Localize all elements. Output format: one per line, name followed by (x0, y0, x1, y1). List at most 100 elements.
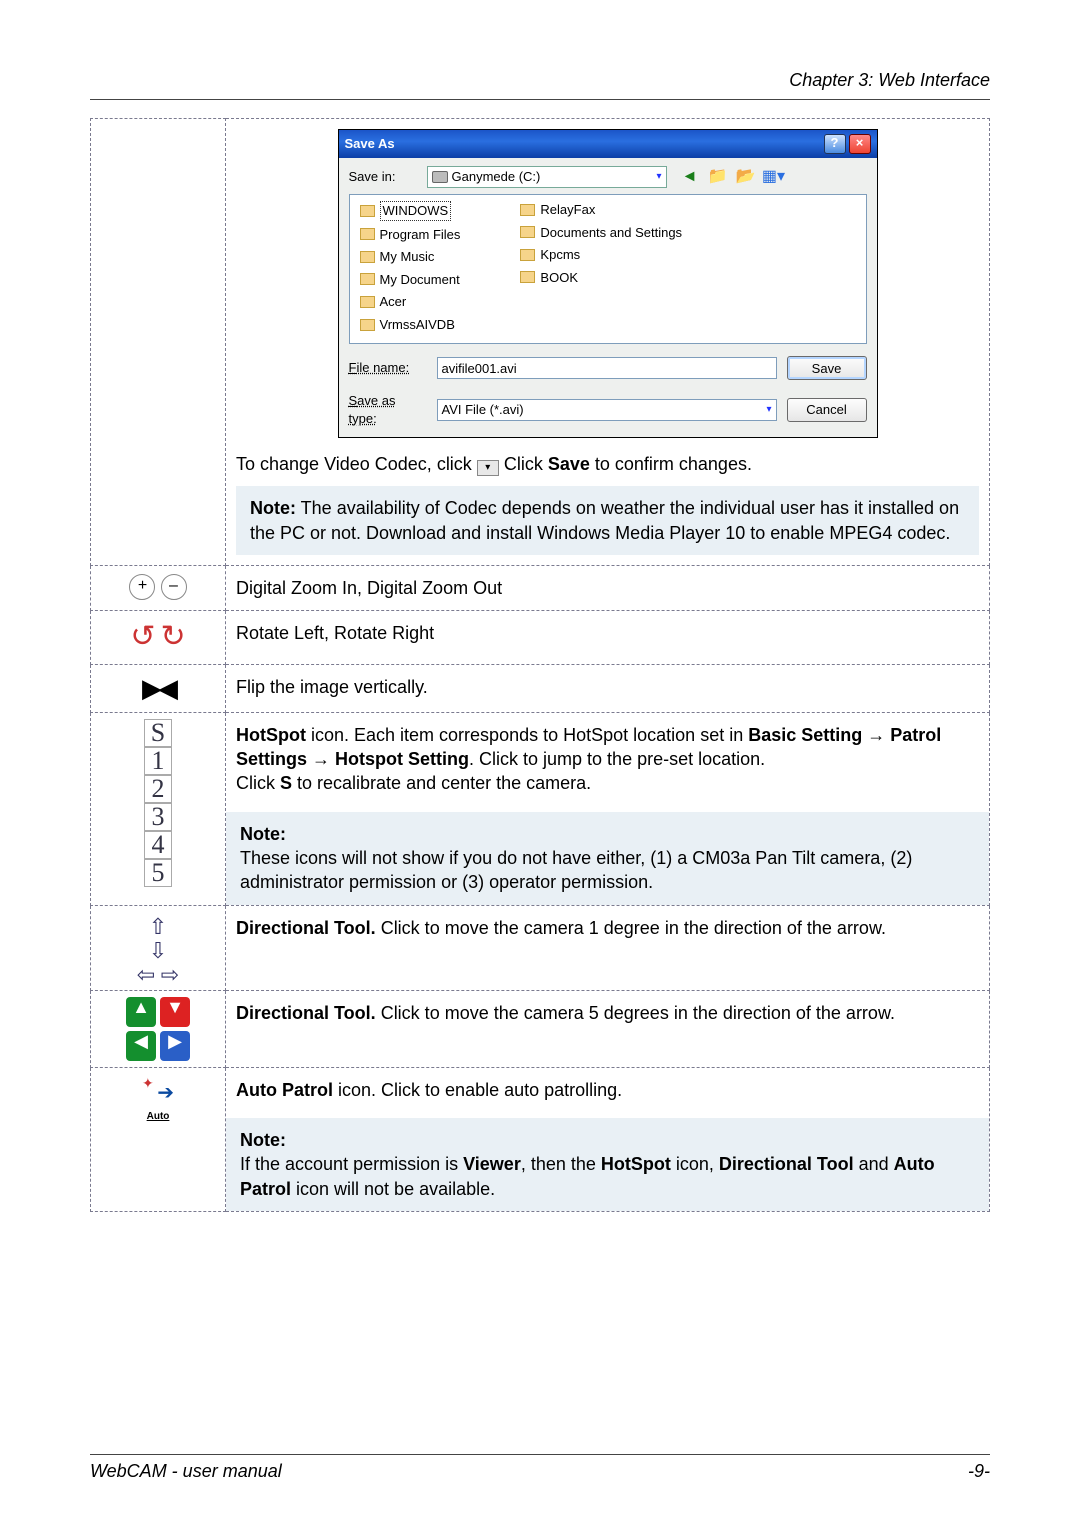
chevron-down-icon: ▾ (766, 403, 771, 417)
note-label: Note: (250, 498, 296, 518)
folder-label: Documents and Settings (540, 224, 682, 242)
hotspot-s-button[interactable]: S (144, 719, 172, 747)
filename-label: File name: (349, 359, 427, 377)
folder-item[interactable]: Kpcms (520, 246, 682, 264)
folder-item[interactable]: Acer (360, 293, 461, 311)
icon-cell-zoom: + – (91, 565, 226, 610)
zoom-in-icon[interactable]: + (129, 574, 155, 600)
folder-item[interactable]: My Document (360, 271, 461, 289)
arrow-up-icon[interactable]: ⇧ (146, 912, 170, 936)
folder-label: Kpcms (540, 246, 580, 264)
dialog-title: Save As (345, 135, 395, 153)
dir-small-text: Directional Tool. Click to move the came… (226, 905, 990, 990)
note-label: Note: (240, 822, 975, 846)
flip-text: Flip the image vertically. (226, 664, 990, 712)
icon-cell-dir-big: ▲ ▼ ◀ ▶ (91, 990, 226, 1067)
note-box: Note: If the account permission is Viewe… (226, 1118, 989, 1211)
divider (90, 99, 990, 100)
folder-icon (360, 228, 375, 240)
zoom-out-icon[interactable]: – (161, 574, 187, 600)
arrow-left-big-icon[interactable]: ◀ (126, 1031, 156, 1061)
icon-cell-auto: ✦ ➔ Auto (91, 1067, 226, 1211)
close-icon[interactable]: × (849, 134, 871, 154)
folder-icon (520, 249, 535, 261)
folder-item[interactable]: WINDOWS (360, 201, 461, 221)
hotspot-4-button[interactable]: 4 (144, 831, 172, 859)
chevron-down-icon: ▾ (656, 170, 661, 184)
folder-icon (360, 296, 375, 308)
zoom-text: Digital Zoom In, Digital Zoom Out (226, 565, 990, 610)
folder-icon (520, 204, 535, 216)
footer-right: -9- (968, 1461, 990, 1482)
save-in-dropdown[interactable]: Ganymede (C:) ▾ (427, 166, 667, 188)
folder-item[interactable]: My Music (360, 248, 461, 266)
arrow-down-icon[interactable]: ⇩ (146, 936, 170, 960)
folder-label: Program Files (380, 226, 461, 244)
up-folder-icon[interactable]: 📁 (707, 166, 729, 188)
arrow-down-big-icon[interactable]: ▼ (160, 997, 190, 1027)
rotate-left-icon[interactable]: ↺ (130, 617, 155, 658)
flip-vertical-icon[interactable]: ▶◀ (142, 671, 174, 706)
help-icon[interactable]: ? (824, 134, 846, 154)
folder-item[interactable]: VrmssAIVDB (360, 316, 461, 334)
folder-label: BOOK (540, 269, 578, 287)
saveastype-value: AVI File (*.avi) (442, 401, 524, 419)
folder-icon (520, 226, 535, 238)
note-box: Note: The availability of Codec depends … (236, 486, 979, 555)
dir-big-text: Directional Tool. Click to move the came… (226, 990, 990, 1067)
icon-cell-dir-small: ⇧ ⇩ ⇦ ⇨ (91, 905, 226, 990)
folder-item[interactable]: Documents and Settings (520, 224, 682, 242)
folder-icon (520, 271, 535, 283)
note-box: Note: These icons will not show if you d… (226, 812, 989, 905)
icon-cell-flip: ▶◀ (91, 664, 226, 712)
hotspot-cell: HotSpot icon. Each item corresponds to H… (226, 712, 990, 905)
folder-icon (360, 205, 375, 217)
folder-label: RelayFax (540, 201, 595, 219)
arrow-right-icon[interactable]: ⇨ (158, 960, 182, 984)
note-text: If the account permission is Viewer, the… (240, 1152, 975, 1201)
arrow-up-big-icon[interactable]: ▲ (126, 997, 156, 1027)
arrow-left-icon[interactable]: ⇦ (134, 960, 158, 984)
saveastype-label: Save as type: (349, 392, 427, 427)
folder-label: Acer (380, 293, 407, 311)
folder-label: VrmssAIVDB (380, 316, 455, 334)
save-button[interactable]: Save (787, 356, 867, 380)
rotate-text: Rotate Left, Rotate Right (226, 611, 990, 665)
folder-icon (360, 251, 375, 263)
filename-input[interactable] (437, 357, 777, 379)
folder-item[interactable]: Program Files (360, 226, 461, 244)
new-folder-icon[interactable]: 📂 (735, 166, 757, 188)
folder-label: My Document (380, 271, 460, 289)
auto-text: Auto Patrol icon. Click to enable auto p… (226, 1068, 989, 1108)
feature-table: Save As ? × Save in: Ganymede (C:) ▾ (90, 118, 990, 1212)
hotspot-2-button[interactable]: 2 (144, 775, 172, 803)
folder-label: My Music (380, 248, 435, 266)
page-footer: WebCAM - user manual -9- (90, 1454, 990, 1482)
view-menu-icon[interactable]: ▦▾ (763, 166, 785, 188)
dropdown-icon: ▾ (477, 460, 499, 476)
disk-icon (432, 171, 448, 183)
folder-item[interactable]: BOOK (520, 269, 682, 287)
drive-name: Ganymede (C:) (452, 168, 541, 186)
save-in-label: Save in: (349, 168, 421, 186)
icon-cell-rotate: ↺ ↻ (91, 611, 226, 665)
dialog-titlebar: Save As ? × (339, 130, 877, 158)
saveastype-dropdown[interactable]: AVI File (*.avi) ▾ (437, 399, 777, 421)
rotate-right-icon[interactable]: ↻ (161, 617, 186, 658)
folder-label: WINDOWS (380, 201, 452, 221)
back-icon[interactable]: ◄ (679, 166, 701, 188)
cancel-button[interactable]: Cancel (787, 398, 867, 422)
folder-item[interactable]: RelayFax (520, 201, 682, 219)
hotspot-1-button[interactable]: 1 (144, 747, 172, 775)
file-list[interactable]: WINDOWS Program Files My Music My Docume… (349, 194, 867, 344)
note-text: The availability of Codec depends on wea… (250, 498, 959, 542)
codec-cell: Save As ? × Save in: Ganymede (C:) ▾ (226, 119, 990, 566)
hotspot-3-button[interactable]: 3 (144, 803, 172, 831)
arrow-right-big-icon[interactable]: ▶ (160, 1031, 190, 1061)
save-as-dialog: Save As ? × Save in: Ganymede (C:) ▾ (338, 129, 878, 438)
hotspot-text: HotSpot icon. Each item corresponds to H… (226, 713, 989, 802)
auto-patrol-icon[interactable]: ✦ ➔ (140, 1074, 176, 1104)
hotspot-5-button[interactable]: 5 (144, 859, 172, 887)
footer-left: WebCAM - user manual (90, 1461, 282, 1482)
icon-cell-empty (91, 119, 226, 566)
